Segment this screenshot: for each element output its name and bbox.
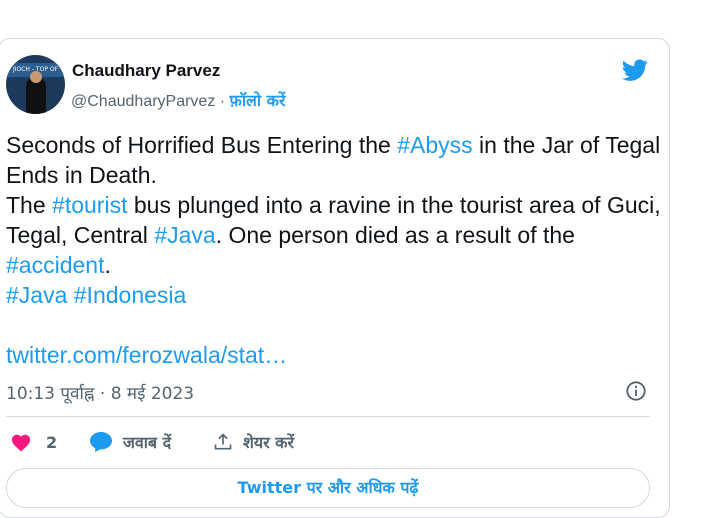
- tweet-text-segment: The: [6, 192, 53, 218]
- twitter-bird-icon[interactable]: [620, 57, 650, 83]
- follow-button[interactable]: फ़ॉलो करें: [230, 91, 286, 110]
- like-count: 2: [46, 432, 58, 452]
- tweet-text-segment: Seconds of Horrified Bus Entering the: [6, 132, 398, 158]
- tweet-link[interactable]: twitter.com/ferozwala/stat…: [6, 342, 287, 368]
- hashtag-abyss[interactable]: #Abyss: [397, 132, 472, 158]
- share-button[interactable]: शेयर करें: [213, 428, 294, 456]
- avatar-head: [30, 71, 42, 83]
- info-icon[interactable]: [625, 380, 647, 402]
- hashtag-accident[interactable]: #accident: [6, 252, 104, 278]
- divider: [6, 416, 650, 417]
- like-button[interactable]: 2: [10, 428, 57, 456]
- avatar[interactable]: JIOCH - TOP OF: [6, 55, 65, 114]
- handle-separator: ·: [215, 93, 230, 110]
- tweet-text-segment: .: [104, 252, 111, 278]
- read-more-button[interactable]: Twitter पर और अधिक पढ़ें: [6, 468, 650, 508]
- reply-button[interactable]: जवाब दें: [89, 428, 171, 456]
- hashtag-tourist[interactable]: #tourist: [52, 192, 127, 218]
- tweet-text: Seconds of Horrified Bus Entering the #A…: [6, 130, 666, 370]
- hashtag-java[interactable]: #Java: [154, 222, 215, 248]
- author-handle-line: @ChaudharyParvez · फ़ॉलो करें: [71, 89, 285, 111]
- share-label: शेयर करें: [243, 433, 295, 452]
- tweet-text-segment: . One person died as a result of the: [215, 222, 575, 248]
- author-name[interactable]: Chaudhary Parvez: [72, 61, 220, 81]
- author-handle[interactable]: @ChaudharyParvez: [71, 93, 215, 110]
- reply-label: जवाब दें: [123, 433, 172, 452]
- hashtag-indonesia[interactable]: #Indonesia: [74, 282, 187, 308]
- tweet-timestamp[interactable]: 10:13 पूर्वाह्न · 8 मई 2023: [6, 381, 194, 404]
- reply-bubble-icon: [90, 432, 112, 452]
- share-icon: [214, 433, 232, 450]
- hashtag-java-2[interactable]: #Java: [6, 282, 67, 308]
- heart-icon: [11, 434, 31, 452]
